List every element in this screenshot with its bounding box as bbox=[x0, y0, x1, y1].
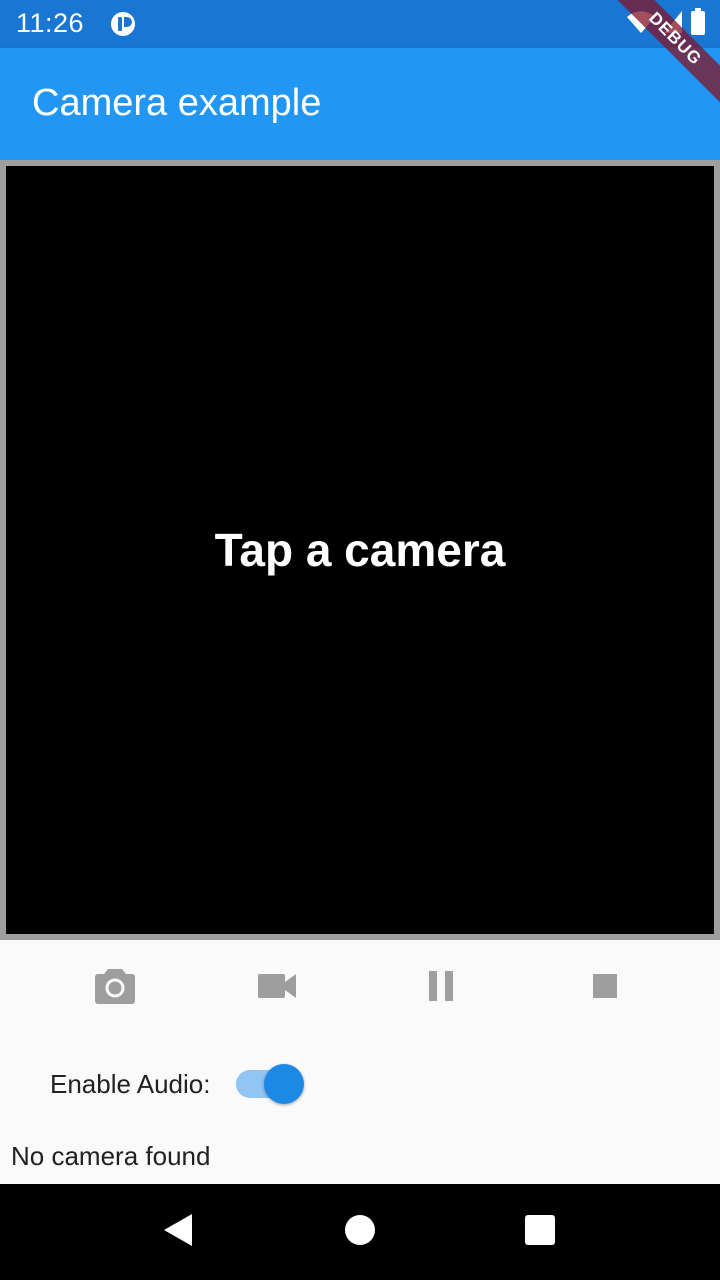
back-button[interactable] bbox=[154, 1208, 202, 1256]
camera-icon bbox=[94, 967, 136, 1010]
status-bar: 11:26 bbox=[0, 0, 720, 48]
camera-preview-frame: Tap a camera bbox=[0, 160, 720, 940]
enable-audio-label: Enable Audio: bbox=[50, 1068, 211, 1099]
battery-icon bbox=[690, 7, 706, 41]
videocam-icon bbox=[258, 973, 298, 1004]
camera-status-text: No camera found bbox=[11, 1141, 211, 1171]
home-button[interactable] bbox=[336, 1208, 384, 1256]
take-picture-button[interactable] bbox=[87, 960, 143, 1016]
audio-setting: Enable Audio: bbox=[50, 1060, 308, 1108]
home-icon bbox=[344, 1214, 376, 1251]
wifi-icon bbox=[626, 9, 656, 40]
switch-thumb bbox=[264, 1064, 305, 1104]
camera-preview: Tap a camera bbox=[6, 166, 714, 934]
pause-button[interactable] bbox=[413, 960, 469, 1016]
system-nav-bar bbox=[0, 1184, 720, 1280]
recents-icon bbox=[525, 1214, 555, 1250]
page-title: Camera example bbox=[32, 82, 322, 124]
stop-icon bbox=[593, 973, 617, 1003]
recents-button[interactable] bbox=[516, 1208, 564, 1256]
capture-controls bbox=[0, 960, 720, 1016]
enable-audio-switch[interactable] bbox=[232, 1060, 308, 1108]
status-time: 11:26 bbox=[16, 8, 85, 38]
preview-message: Tap a camera bbox=[214, 524, 506, 576]
app-notification-icon bbox=[110, 11, 136, 37]
back-icon bbox=[162, 1213, 194, 1252]
signal-icon bbox=[662, 9, 684, 40]
pause-icon bbox=[428, 970, 454, 1006]
stop-button[interactable] bbox=[577, 960, 633, 1016]
app-bar: Camera example bbox=[0, 48, 720, 160]
record-video-button[interactable] bbox=[250, 960, 306, 1016]
